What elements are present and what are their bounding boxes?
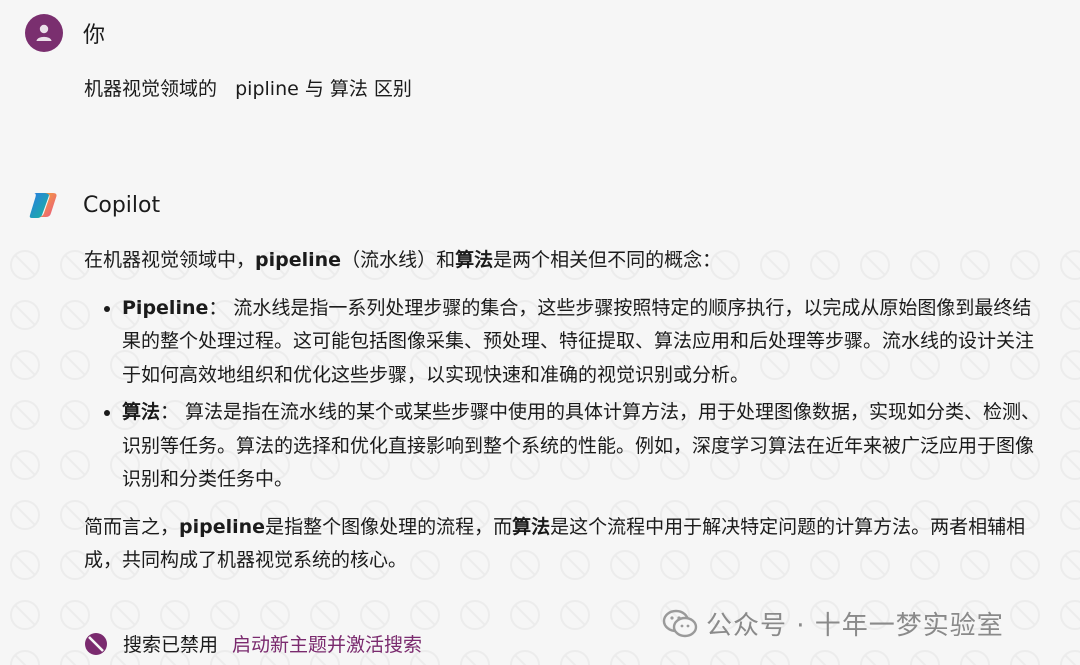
user-name: 你: [83, 23, 106, 48]
user-message-header: 你: [25, 14, 105, 52]
response-summary: 简而言之，pipeline是指整个图像处理的流程，而算法是这个流程中用于解决特定…: [84, 515, 1026, 572]
copilot-name: Copilot: [83, 192, 161, 218]
response-bullet-list: Pipeline： 流水线是指一系列处理步骤的集合，这些步骤按照特定的顺序执行，…: [84, 292, 1044, 497]
user-message-text: 机器视觉领域的 pipline 与 算法 区别: [84, 78, 412, 100]
search-disabled-icon: [84, 632, 108, 656]
wechat-icon: [662, 609, 698, 637]
wechat-watermark: 公众号 · 十年一梦实验室: [662, 605, 1004, 642]
enable-search-link[interactable]: 启动新主题并激活搜索: [232, 630, 422, 657]
response-intro: 在机器视觉领域中，pipeline（流水线）和算法是两个相关但不同的概念：: [84, 249, 722, 271]
term-pipeline: pipeline: [255, 249, 342, 271]
term-algorithm: 算法: [455, 249, 494, 271]
copilot-message-header: Copilot: [25, 186, 160, 224]
list-item: Pipeline： 流水线是指一系列处理步骤的集合，这些步骤按照特定的顺序执行，…: [122, 292, 1044, 393]
person-icon: [36, 24, 52, 41]
search-disabled-label: 搜索已禁用: [123, 634, 219, 656]
chat-page: 你 机器视觉领域的 pipline 与 算法 区别 Copilot 在机器视觉领…: [0, 0, 1080, 665]
copilot-response: 在机器视觉领域中，pipeline（流水线）和算法是两个相关但不同的概念： Pi…: [84, 244, 1044, 578]
user-avatar[interactable]: [25, 14, 63, 52]
watermark-text: 公众号 · 十年一梦实验室: [706, 611, 1004, 641]
copilot-logo-icon: [25, 186, 63, 224]
list-item: 算法： 算法是指在流水线的某个或某些步骤中使用的具体计算方法，用于处理图像数据，…: [122, 396, 1044, 497]
search-status-row: 搜索已禁用 启动新主题并激活搜索: [84, 630, 422, 657]
